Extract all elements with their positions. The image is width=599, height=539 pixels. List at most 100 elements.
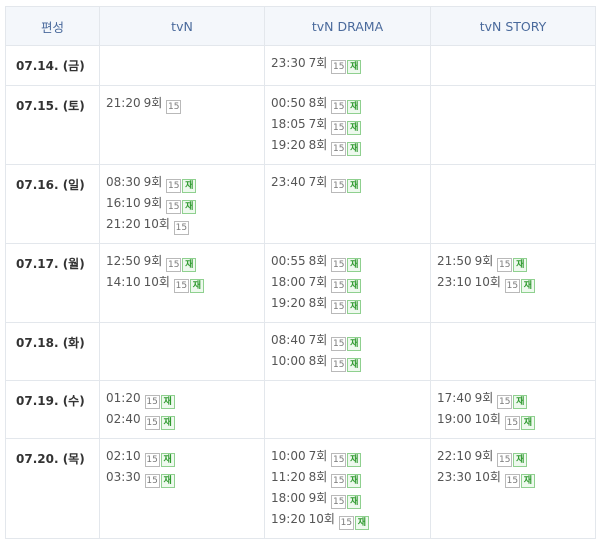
- slot-time: 02:40: [106, 412, 141, 426]
- age-rating-15-icon: 15: [331, 60, 347, 74]
- slot-episode: 7회: [308, 275, 328, 289]
- broadcast-slot: 00:50 8회 15 재: [271, 93, 430, 114]
- slot-time: 19:20: [271, 138, 306, 152]
- cell-tvn-drama: 00:55 8회 15 재 18:00 7회 15 재 19:20 8회 15 재: [264, 243, 431, 323]
- broadcast-slot: 21:50 9회 15 재: [437, 251, 595, 272]
- cell-tvn-story: [430, 45, 596, 86]
- slot-time: 02:10: [106, 449, 141, 463]
- rerun-badge-icon: 재: [513, 395, 528, 409]
- age-rating-15-icon: 15: [331, 474, 347, 488]
- rerun-badge-icon: 재: [160, 416, 175, 430]
- rerun-badge-icon: 재: [347, 279, 362, 293]
- schedule-row: 07.15. (토) 21:20 9회 15 00:50 8회 15 재 18:05 7회 15…: [5, 85, 596, 165]
- age-rating-15-icon: 15: [331, 179, 347, 193]
- rerun-badge-icon: 재: [189, 279, 204, 293]
- broadcast-slot: 23:30 7회 15 재: [271, 53, 430, 74]
- age-rating-15-icon: 15: [331, 121, 347, 135]
- cell-tvn-story: 17:40 9회 15 재 19:00 10회 15 재: [430, 380, 596, 439]
- age-rating-15-icon: 15: [173, 221, 189, 235]
- age-rating-15-icon: 15: [504, 416, 520, 430]
- slot-time: 08:30: [106, 175, 141, 189]
- slot-episode: 10회: [474, 470, 501, 484]
- age-rating-15-icon: 15: [331, 100, 347, 114]
- slot-episode: 8회: [308, 296, 328, 310]
- slot-time: 22:10: [437, 449, 472, 463]
- schedule-row: 07.17. (월) 12:50 9회 15 재 14:10 10회 15 재 00:55 8회…: [5, 243, 596, 323]
- header-row: 편성 tvN tvN DRAMA tvN STORY: [5, 6, 596, 46]
- broadcast-slot: 19:20 8회 15 재: [271, 135, 430, 156]
- schedule-row: 07.14. (금) 23:30 7회 15 재: [5, 45, 596, 86]
- slot-time: 18:00: [271, 491, 306, 505]
- rerun-badge-icon: 재: [347, 453, 362, 467]
- slot-episode: 10회: [474, 412, 501, 426]
- cell-tvn: 21:20 9회 15: [99, 85, 265, 165]
- rerun-badge-icon: 재: [354, 516, 369, 530]
- age-rating-15-icon: 15: [331, 279, 347, 293]
- rerun-badge-icon: 재: [513, 453, 528, 467]
- broadcast-slot: 00:55 8회 15 재: [271, 251, 430, 272]
- row-date: 07.19. (수): [5, 380, 100, 439]
- cell-tvn-drama: 23:30 7회 15 재: [264, 45, 431, 86]
- slot-time: 21:20: [106, 217, 141, 231]
- slot-time: 18:05: [271, 117, 306, 131]
- age-rating-15-icon: 15: [504, 279, 520, 293]
- slot-episode: 8회: [308, 96, 328, 110]
- rerun-badge-icon: 재: [520, 416, 535, 430]
- rerun-badge-icon: 재: [182, 258, 197, 272]
- slot-episode: 7회: [308, 117, 328, 131]
- rerun-badge-icon: 재: [347, 337, 362, 351]
- age-rating-15-icon: 15: [338, 516, 354, 530]
- slot-episode: 9회: [308, 491, 328, 505]
- age-rating-15-icon: 15: [144, 453, 160, 467]
- rerun-badge-icon: 재: [347, 474, 362, 488]
- age-rating-15-icon: 15: [497, 453, 513, 467]
- slot-episode: 9회: [143, 196, 163, 210]
- age-rating-15-icon: 15: [331, 258, 347, 272]
- row-date: 07.16. (일): [5, 164, 100, 244]
- age-rating-15-icon: 15: [497, 395, 513, 409]
- rerun-badge-icon: 재: [347, 179, 362, 193]
- broadcast-slot: 19:20 10회 15 재: [271, 509, 430, 530]
- rerun-badge-icon: 재: [347, 60, 362, 74]
- broadcast-slot: 19:20 8회 15 재: [271, 293, 430, 314]
- slot-time: 10:00: [271, 449, 306, 463]
- age-rating-15-icon: 15: [166, 100, 182, 114]
- cell-tvn-story: [430, 164, 596, 244]
- broadcast-slot: 16:10 9회 15 재: [106, 193, 264, 214]
- broadcast-slot: 18:00 9회 15 재: [271, 488, 430, 509]
- age-rating-15-icon: 15: [331, 142, 347, 156]
- slot-time: 16:10: [106, 196, 141, 210]
- slot-episode: 9회: [143, 96, 163, 110]
- rerun-badge-icon: 재: [160, 474, 175, 488]
- slot-time: 00:50: [271, 96, 306, 110]
- broadcast-slot: 02:10 15 재: [106, 446, 264, 467]
- rerun-badge-icon: 재: [347, 495, 362, 509]
- age-rating-15-icon: 15: [166, 179, 182, 193]
- broadcast-slot: 23:40 7회 15 재: [271, 172, 430, 193]
- cell-tvn-story: 21:50 9회 15 재 23:10 10회 15 재: [430, 243, 596, 323]
- row-date: 07.15. (토): [5, 85, 100, 165]
- age-rating-15-icon: 15: [331, 300, 347, 314]
- broadcast-slot: 11:20 8회 15 재: [271, 467, 430, 488]
- header-date: 편성: [5, 6, 100, 46]
- slot-time: 17:40: [437, 391, 472, 405]
- schedule-body: 07.14. (금) 23:30 7회 15 재 07.15. (토) 21:20 9회…: [5, 45, 596, 539]
- schedule-row: 07.16. (일) 08:30 9회 15 재 16:10 9회 15 재 21:20 10회 1…: [5, 164, 596, 244]
- cell-tvn-story: [430, 322, 596, 381]
- slot-time: 11:20: [271, 470, 306, 484]
- header-channel-tvn-story: tvN STORY: [430, 6, 596, 46]
- age-rating-15-icon: 15: [331, 358, 347, 372]
- cell-tvn: [99, 322, 265, 381]
- rerun-badge-icon: 재: [347, 300, 362, 314]
- cell-tvn: [99, 45, 265, 86]
- rerun-badge-icon: 재: [513, 258, 528, 272]
- broadcast-slot: 21:20 10회 15: [106, 214, 264, 235]
- broadcast-slot: 18:05 7회 15 재: [271, 114, 430, 135]
- broadcast-slot: 14:10 10회 15 재: [106, 272, 264, 293]
- broadcast-slot: 22:10 9회 15 재: [437, 446, 595, 467]
- rerun-badge-icon: 재: [520, 474, 535, 488]
- broadcast-slot: 03:30 15 재: [106, 467, 264, 488]
- slot-episode: 7회: [308, 56, 328, 70]
- slot-episode: 10회: [143, 217, 170, 231]
- row-date: 07.14. (금): [5, 45, 100, 86]
